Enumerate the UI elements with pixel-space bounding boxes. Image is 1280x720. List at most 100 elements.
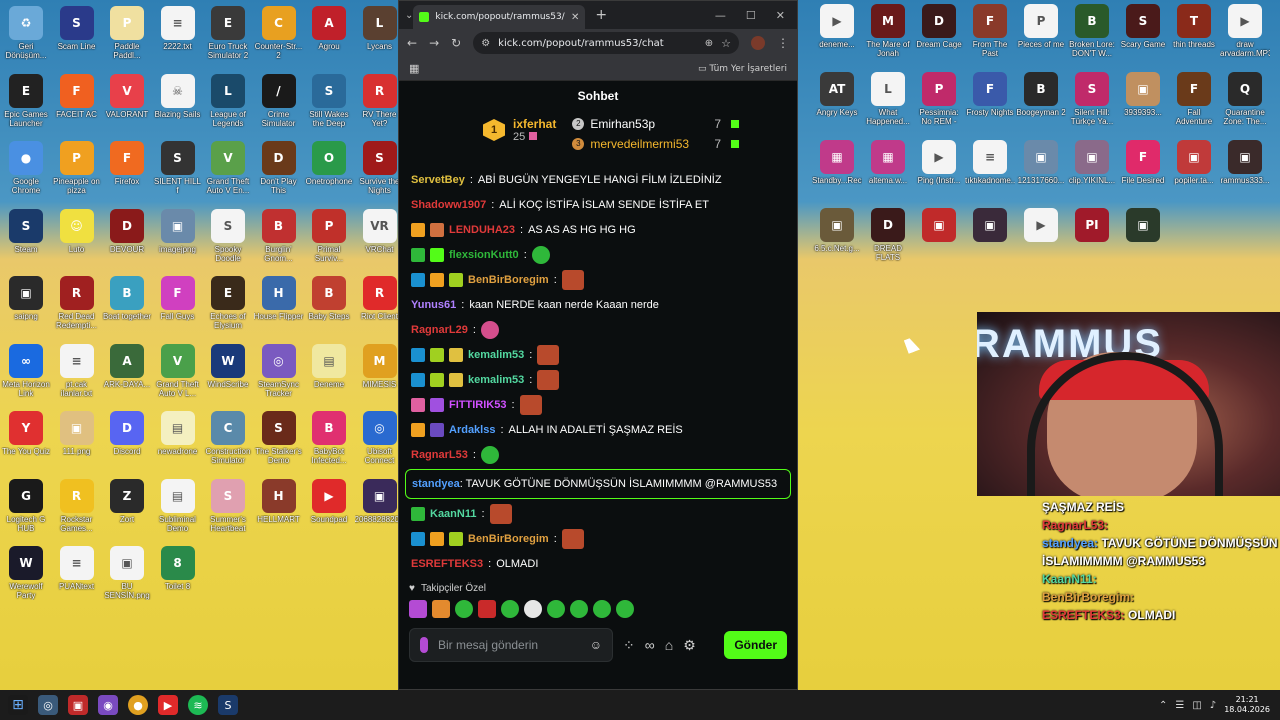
desktop-icon[interactable]: O Onetrophone [304, 141, 354, 186]
desktop-icon[interactable]: ▶ Ping (Instr... [914, 140, 964, 185]
chat-message[interactable]: Shadoww1907: ALİ KOÇ İSTİFA İSLAM SENDE İ… [411, 192, 785, 217]
forward-icon[interactable]: → [429, 36, 439, 50]
desktop-icon[interactable]: ▣ [965, 208, 1015, 244]
desktop-icon[interactable]: R Rockstar Games... [52, 478, 102, 533]
desktop-icon[interactable]: ▣ [1118, 208, 1168, 244]
desktop-icon[interactable]: ▣ popiler.ta... [1169, 140, 1219, 185]
desktop-icon[interactable]: D Dream Cage [914, 4, 964, 49]
chat-username[interactable]: flexsionKutt0 [449, 249, 519, 261]
desktop-icon[interactable]: L What Happened... [863, 72, 913, 126]
chat-username[interactable]: FITTIRIK53 [449, 399, 506, 411]
desktop-icon[interactable]: S Still Wakes the Deep [304, 73, 354, 128]
chat-username[interactable]: standyea [412, 478, 460, 490]
chat-username[interactable]: Yunus61 [411, 299, 456, 311]
tab-list-icon[interactable]: ⌄ [405, 10, 413, 21]
desktop-icon[interactable]: ▣ 121317660... [1016, 140, 1066, 185]
desktop-icon[interactable]: ▣ rammus333... [1220, 140, 1270, 185]
desktop-icon[interactable]: E Euro Truck Simulator 2 [203, 6, 253, 60]
minimize-icon[interactable]: — [715, 9, 726, 22]
desktop-icon[interactable]: E Epic Games Launcher [1, 73, 51, 128]
desktop-icon[interactable]: P Pieces of me [1016, 4, 1066, 49]
tray-icon[interactable]: ☰ [1175, 700, 1184, 711]
taskbar-app-icon[interactable]: ▣ [68, 695, 88, 715]
desktop-icon[interactable]: E Echoes of Elysium [203, 276, 253, 330]
chat-username[interactable]: KaanN11 [430, 508, 476, 520]
desktop-icon[interactable]: F From The Past [965, 4, 1015, 58]
store-icon[interactable]: ⌂ [665, 637, 673, 653]
desktop-icon[interactable]: ▤ newadrone [153, 411, 203, 456]
maximize-icon[interactable]: ☐ [746, 9, 756, 22]
chat-message[interactable]: kemalim53: [411, 342, 785, 367]
emote-button[interactable] [409, 600, 427, 618]
taskbar-app-icon[interactable]: ◉ [98, 695, 118, 715]
desktop-icon[interactable]: ▣ 6.5.c.Net.g... [812, 208, 862, 253]
chat-message[interactable]: ESREFTEKS3: OLMADI [411, 551, 785, 576]
desktop-icon[interactable]: / Crime Simulator [254, 73, 304, 128]
chat-message[interactable]: KaanN11: [411, 501, 785, 526]
network-icon[interactable]: ◫ [1192, 700, 1201, 711]
chat-username[interactable]: LENDUHA23 [449, 224, 515, 236]
youtube-icon[interactable]: ▶ [158, 695, 178, 715]
chat-username[interactable]: BenBirBoregim [468, 533, 549, 545]
chat-message[interactable]: FITTIRIK53: [411, 392, 785, 417]
chat-username[interactable]: ESREFTEKS3 [411, 558, 483, 570]
chat-username[interactable]: kemalim53 [468, 349, 524, 361]
desktop-icon[interactable]: ≡ 2222.txt [153, 6, 203, 51]
desktop-icon[interactable]: L League of Legends [203, 73, 253, 128]
site-info-icon[interactable]: ⚙ [481, 38, 490, 49]
emote-button[interactable] [432, 600, 450, 618]
emote-button[interactable] [547, 600, 565, 618]
desktop-icon[interactable]: ▶ Soundpad [304, 478, 354, 524]
desktop-icon[interactable]: S Summer's Heartbeat [203, 478, 253, 533]
desktop-icon[interactable]: B Boat together [102, 276, 152, 321]
desktop-icon[interactable]: F File Desired [1118, 140, 1168, 185]
infinity-icon[interactable]: ∞ [645, 637, 655, 653]
chat-message[interactable]: ServetBey: ABİ BUGÜN YENGEYLE HANGİ FİLM … [411, 167, 785, 192]
desktop-icon[interactable]: ≡ tıktıkadnome... [965, 140, 1015, 185]
desktop-icon[interactable]: Tthin threads [1169, 4, 1219, 49]
desktop-icon[interactable]: M MIMESIS [355, 343, 405, 389]
spotify-icon[interactable]: ≋ [188, 695, 208, 715]
chat-message[interactable]: BenBirBoregim: [411, 526, 785, 551]
desktop-icon[interactable]: ▣ clip.YIKINL... [1067, 140, 1117, 185]
desktop-icon[interactable]: ☠ Blazing Sails [153, 73, 203, 119]
desktop-icon[interactable]: W WindScribe [203, 343, 253, 389]
desktop-icon[interactable]: Z Zort [102, 478, 152, 524]
desktop-icon[interactable]: ◎ SteamSync Tracker [254, 343, 304, 398]
chat-message[interactable]: RagnarL53: [411, 442, 785, 467]
desktop-icon[interactable]: ▣ imagejpng [153, 208, 203, 254]
chat-message[interactable]: Ardaklss: ALLAH IN ADALETİ ŞAŞMAZ REİS [411, 417, 785, 442]
desktop-icon[interactable]: P Pineapple on pizza [52, 141, 102, 195]
chat-message[interactable]: kemalim53: [411, 367, 785, 392]
emote-button[interactable] [570, 600, 588, 618]
chat-username[interactable]: kemalim53 [468, 374, 524, 386]
all-bookmarks-link[interactable]: ▭ Tüm Yer İşaretleri [698, 64, 787, 74]
zoom-icon[interactable]: ⊕ [705, 38, 713, 49]
desktop-icon[interactable]: ▣ BU SENSİN.png [102, 546, 152, 600]
desktop-icon[interactable]: W Werewolf Party [1, 546, 51, 600]
taskbar-app-icon[interactable]: ◎ [38, 695, 58, 715]
desktop-icon[interactable]: ▶ deneme... [812, 4, 862, 49]
desktop-icon[interactable]: ∞ Meta Horizon Link [1, 343, 51, 398]
menu-icon[interactable]: ⋮ [777, 36, 789, 50]
desktop-icon[interactable]: R Red Dead Redempti... [52, 276, 102, 330]
desktop-icon[interactable]: S Spooky Doodle [203, 208, 253, 263]
desktop-icon[interactable]: ▣ saipng [1, 276, 51, 321]
desktop-icon[interactable]: 8 Toilet 8 [153, 546, 203, 591]
desktop-icon[interactable]: B Burglin' Gnom... [254, 208, 304, 263]
emote-button[interactable] [616, 600, 634, 618]
chat-message[interactable]: LENDUHA23: AS AS AS HG HG HG [411, 217, 785, 242]
bookmark-star-icon[interactable]: ☆ [721, 37, 731, 50]
desktop-icon[interactable]: F FACEIT AC [52, 73, 102, 119]
desktop-icon[interactable]: ≡ PUANtext [52, 546, 102, 591]
desktop-icon[interactable]: S Silent Hill: Türkçe Ya... [1067, 72, 1117, 126]
address-bar[interactable]: ⚙ kick.com/popout/rammus53/chat ⊕ ☆ [473, 32, 739, 54]
desktop-icon[interactable]: S Scary Game [1118, 4, 1168, 49]
emote-button[interactable] [524, 600, 542, 618]
close-window-icon[interactable]: ✕ [776, 9, 785, 22]
emote-button[interactable] [593, 600, 611, 618]
apps-icon[interactable]: ▦ [409, 62, 419, 75]
desktop-icon[interactable]: B BabyBot Infected... [304, 411, 354, 465]
desktop-icon[interactable]: ▣ 3939393... [1118, 72, 1168, 117]
desktop-icon[interactable]: L Lycans [355, 6, 405, 51]
